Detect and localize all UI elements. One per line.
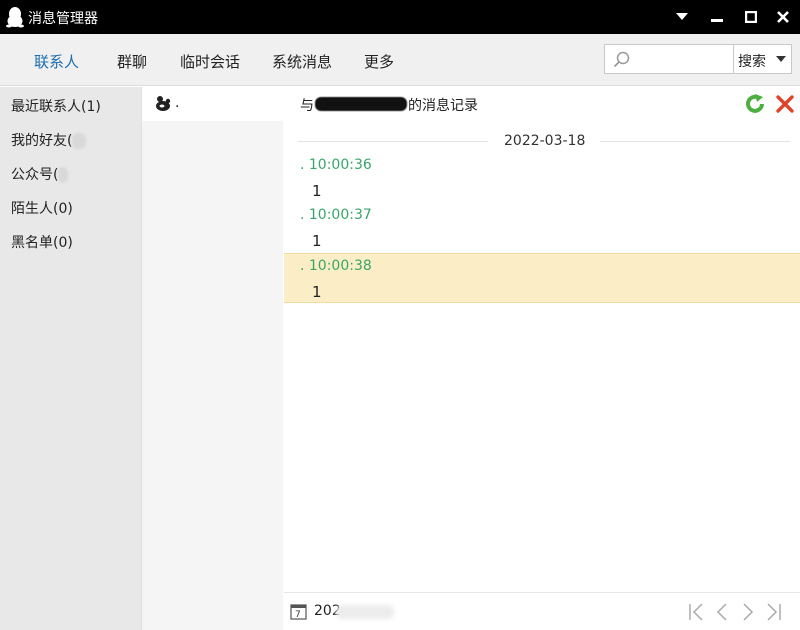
message-panel: 与 的消息记录 2022-03-18 . 10:00:36 1 . 10:00:… (284, 87, 800, 630)
message-timestamp: . 10:00:37 (300, 207, 372, 223)
category-blacklist[interactable]: 黑名单(0) (11, 232, 73, 252)
chevron-down-icon (776, 56, 786, 62)
menu-dropdown-button[interactable] (665, 0, 699, 34)
tab-more[interactable]: 更多 (364, 51, 394, 72)
search-box (604, 44, 734, 74)
category-label: 公众号( (11, 167, 59, 183)
next-page-icon[interactable] (738, 601, 758, 623)
message-text: 1 (312, 283, 322, 301)
previous-page-icon[interactable] (712, 601, 732, 623)
message-timestamp: . 10:00:36 (300, 157, 372, 173)
category-panel: 最近联系人(1) 我的好友( 公众号( 陌生人(0) 黑名单(0) (0, 87, 141, 630)
search-icon (613, 51, 630, 68)
avatar (156, 96, 171, 111)
penguin-logo-icon (6, 7, 24, 28)
contact-name: . (175, 95, 180, 111)
date-separator: 2022-03-18 (284, 131, 800, 151)
search-button[interactable]: 搜索 (734, 44, 792, 74)
conversation-date: 2022-03-18 (504, 133, 586, 149)
close-button[interactable] (766, 0, 800, 34)
triangle-down-icon (676, 13, 688, 20)
category-label: 陌生人(0) (11, 201, 73, 217)
first-page-icon[interactable] (686, 601, 706, 623)
contact-list: . (141, 87, 283, 630)
category-my-friends[interactable]: 我的好友( (11, 130, 87, 150)
minimize-button[interactable] (700, 0, 734, 34)
redacted-count (72, 133, 87, 149)
header-title: 的消息记录 (408, 98, 478, 114)
message-footer: 7 202 (284, 592, 800, 630)
close-icon (777, 11, 789, 23)
redacted-count (58, 167, 69, 183)
delete-icon[interactable] (774, 93, 796, 115)
maximize-button[interactable] (734, 0, 768, 34)
search-button-label: 搜索 (738, 54, 766, 70)
message-text: 1 (312, 232, 322, 250)
minimize-icon (711, 19, 723, 22)
title-bar: 消息管理器 (0, 0, 800, 34)
tab-group-chat[interactable]: 群聊 (117, 51, 147, 72)
last-page-icon[interactable] (764, 601, 784, 623)
message-header: 与 的消息记录 (284, 87, 800, 121)
message-item-highlighted: . 10:00:38 1 (284, 253, 800, 303)
tab-system-messages[interactable]: 系统消息 (272, 51, 332, 72)
refresh-icon[interactable] (744, 93, 766, 115)
divider (298, 141, 488, 142)
tab-temp-session[interactable]: 临时会话 (180, 51, 240, 72)
redacted-date (336, 605, 394, 619)
maximize-icon (745, 11, 757, 23)
message-item: . 10:00:36 1 (284, 153, 800, 203)
category-official-accounts[interactable]: 公众号( (11, 164, 69, 184)
svg-text:7: 7 (295, 610, 301, 620)
category-recent-contacts[interactable]: 最近联系人(1) (11, 96, 101, 116)
calendar-icon[interactable]: 7 (290, 603, 307, 620)
contact-list-item[interactable]: . (142, 87, 283, 121)
message-item: . 10:00:37 1 (284, 203, 800, 253)
window-title: 消息管理器 (28, 11, 98, 27)
message-text: 1 (312, 182, 322, 200)
search-input[interactable] (637, 49, 729, 69)
redacted-contact-name (315, 97, 407, 111)
message-timestamp: . 10:00:38 (300, 258, 372, 274)
divider (600, 141, 790, 142)
header-prefix: 与 (300, 98, 314, 114)
category-label: 黑名单(0) (11, 235, 73, 251)
nav-bar: 联系人 群聊 临时会话 系统消息 更多 搜索 (0, 34, 800, 86)
category-strangers[interactable]: 陌生人(0) (11, 198, 73, 218)
category-label: 我的好友( (11, 133, 73, 149)
category-label: 最近联系人(1) (11, 99, 101, 115)
tab-contacts[interactable]: 联系人 (34, 51, 79, 72)
